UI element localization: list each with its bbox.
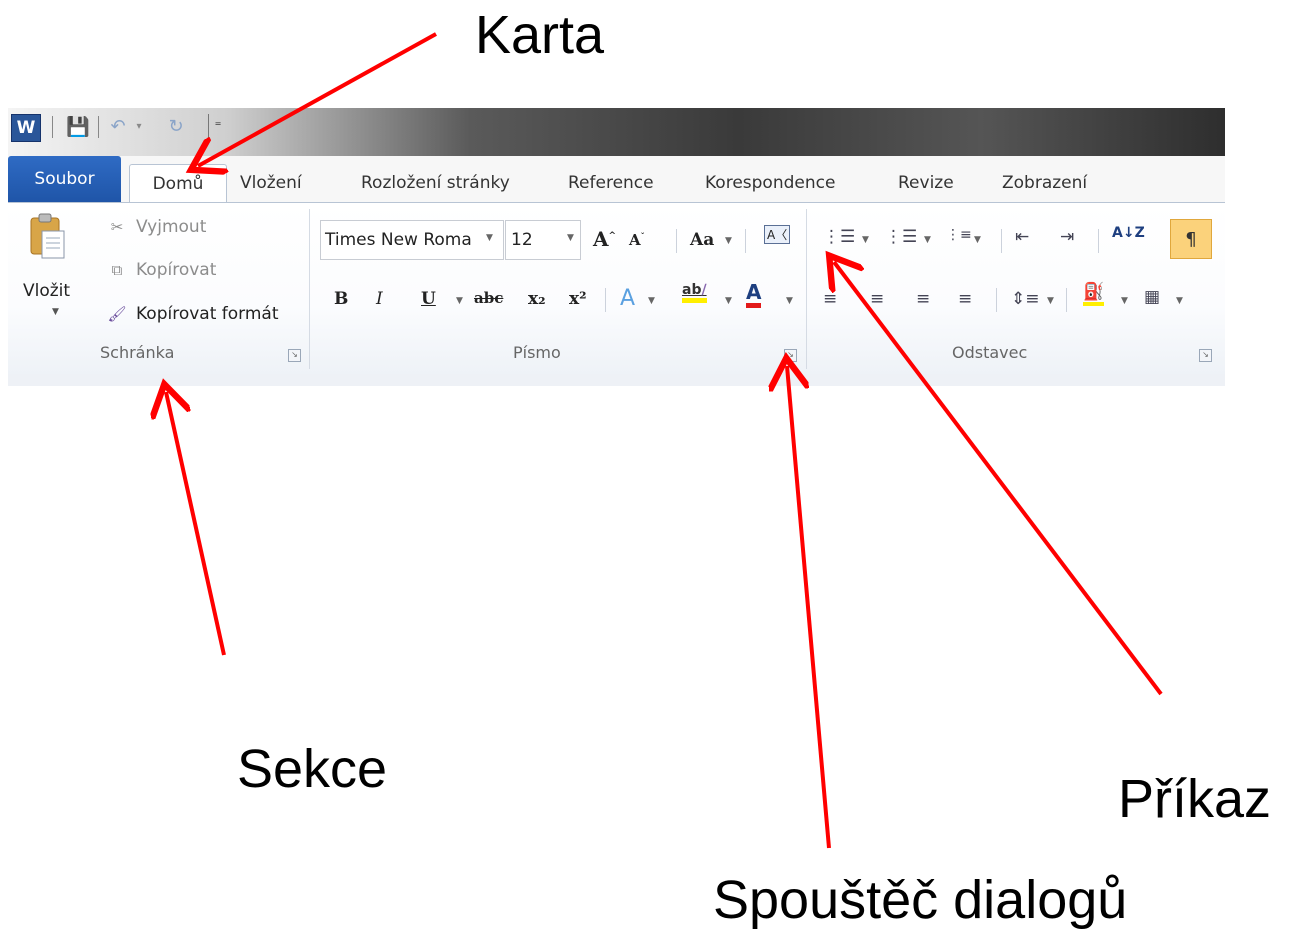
- arrow-spoustec: [787, 366, 831, 849]
- annotation-arrows: [0, 32, 1163, 849]
- arrow-karta: [198, 32, 437, 166]
- arrow-prikaz: [834, 262, 1163, 696]
- arrow-sekce: [166, 392, 226, 656]
